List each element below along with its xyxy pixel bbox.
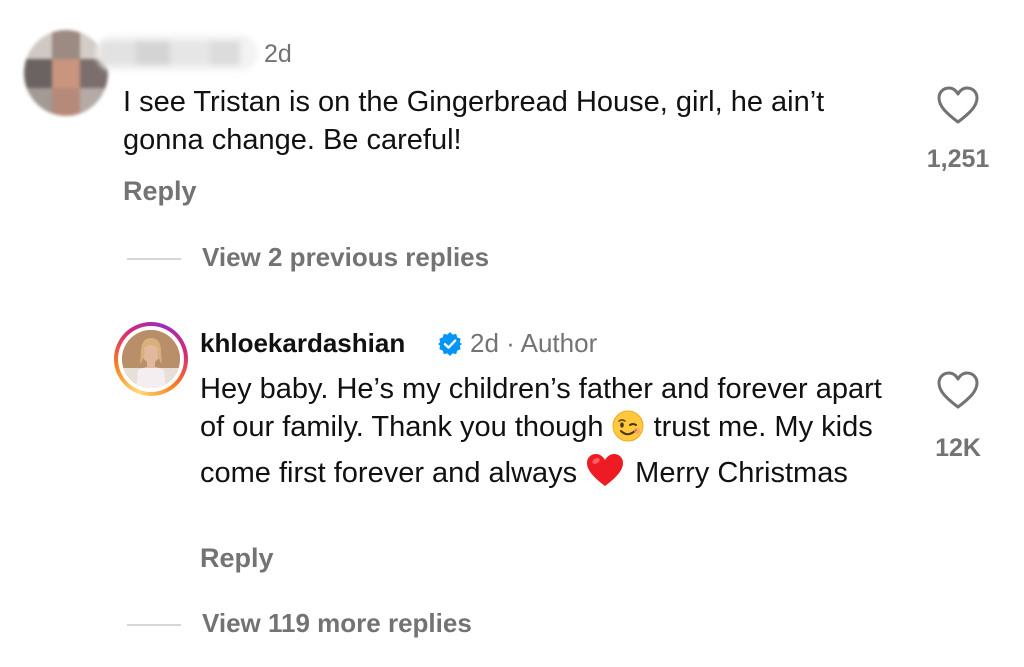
- winking-face-emoji: [612, 410, 644, 452]
- author-avatar[interactable]: [114, 322, 188, 396]
- reply-text-part-3: Merry Christmas: [635, 457, 848, 489]
- view-more-replies-label[interactable]: View 119 more replies: [202, 608, 472, 639]
- comment-text: I see Tristan is on the Gingerbread Hous…: [123, 86, 833, 156]
- comment-timestamp: 2d: [264, 40, 292, 68]
- view-previous-replies-label[interactable]: View 2 previous replies: [202, 242, 489, 273]
- reply-text: Hey baby. He’s my children’s father and …: [200, 370, 900, 498]
- divider-line: [127, 258, 181, 260]
- reply-meta: 2d · Author: [470, 328, 597, 359]
- author-username[interactable]: khloekardashian: [200, 328, 405, 359]
- verified-badge-icon: [437, 331, 463, 357]
- heart-outline-icon[interactable]: [936, 370, 980, 410]
- reply-button[interactable]: Reply: [200, 543, 274, 574]
- meta-separator: ·: [506, 328, 515, 358]
- username-blurred[interactable]: [96, 35, 258, 71]
- divider-line: [127, 624, 181, 626]
- author-label: Author: [520, 328, 598, 358]
- reply-timestamp: 2d: [470, 328, 499, 358]
- avatar-blurred[interactable]: [24, 30, 108, 116]
- view-more-replies[interactable]: View 119 more replies: [127, 608, 627, 640]
- reply-button[interactable]: Reply: [123, 176, 197, 207]
- heart-outline-icon[interactable]: [936, 85, 980, 125]
- like-count: 1,251: [926, 145, 990, 173]
- red-heart-emoji: [585, 452, 625, 498]
- author-photo: [122, 330, 180, 388]
- view-previous-replies[interactable]: View 2 previous replies: [127, 242, 627, 274]
- like-count: 12K: [935, 434, 981, 462]
